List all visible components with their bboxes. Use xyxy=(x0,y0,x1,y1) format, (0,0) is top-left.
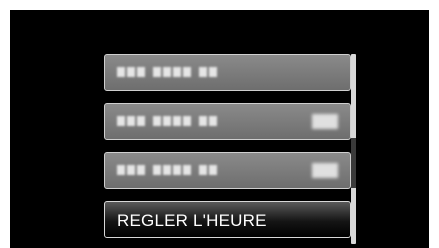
camera-screen: REGLER L'HEURE xyxy=(10,10,429,248)
blurred-word xyxy=(199,165,217,176)
scrollbar-thumb[interactable] xyxy=(351,138,356,188)
menu-item-3[interactable] xyxy=(104,152,351,189)
setting-value-icon xyxy=(312,163,338,178)
blurred-word xyxy=(153,67,191,78)
blurred-word xyxy=(153,116,191,127)
blurred-word xyxy=(199,116,217,127)
blurred-word xyxy=(117,67,145,78)
scrollbar[interactable] xyxy=(351,54,356,244)
menu-item-1[interactable] xyxy=(104,54,351,91)
menu-item-label: REGLER L'HEURE xyxy=(117,211,267,230)
blurred-word xyxy=(153,165,191,176)
blurred-label xyxy=(117,165,217,176)
menu-item-set-clock[interactable]: REGLER L'HEURE xyxy=(104,201,351,238)
blurred-word xyxy=(117,165,145,176)
blurred-label xyxy=(117,67,217,78)
blurred-label xyxy=(117,116,217,127)
setting-value-icon xyxy=(312,114,338,129)
blurred-word xyxy=(199,67,217,78)
menu-item-2[interactable] xyxy=(104,103,351,140)
blurred-word xyxy=(117,116,145,127)
